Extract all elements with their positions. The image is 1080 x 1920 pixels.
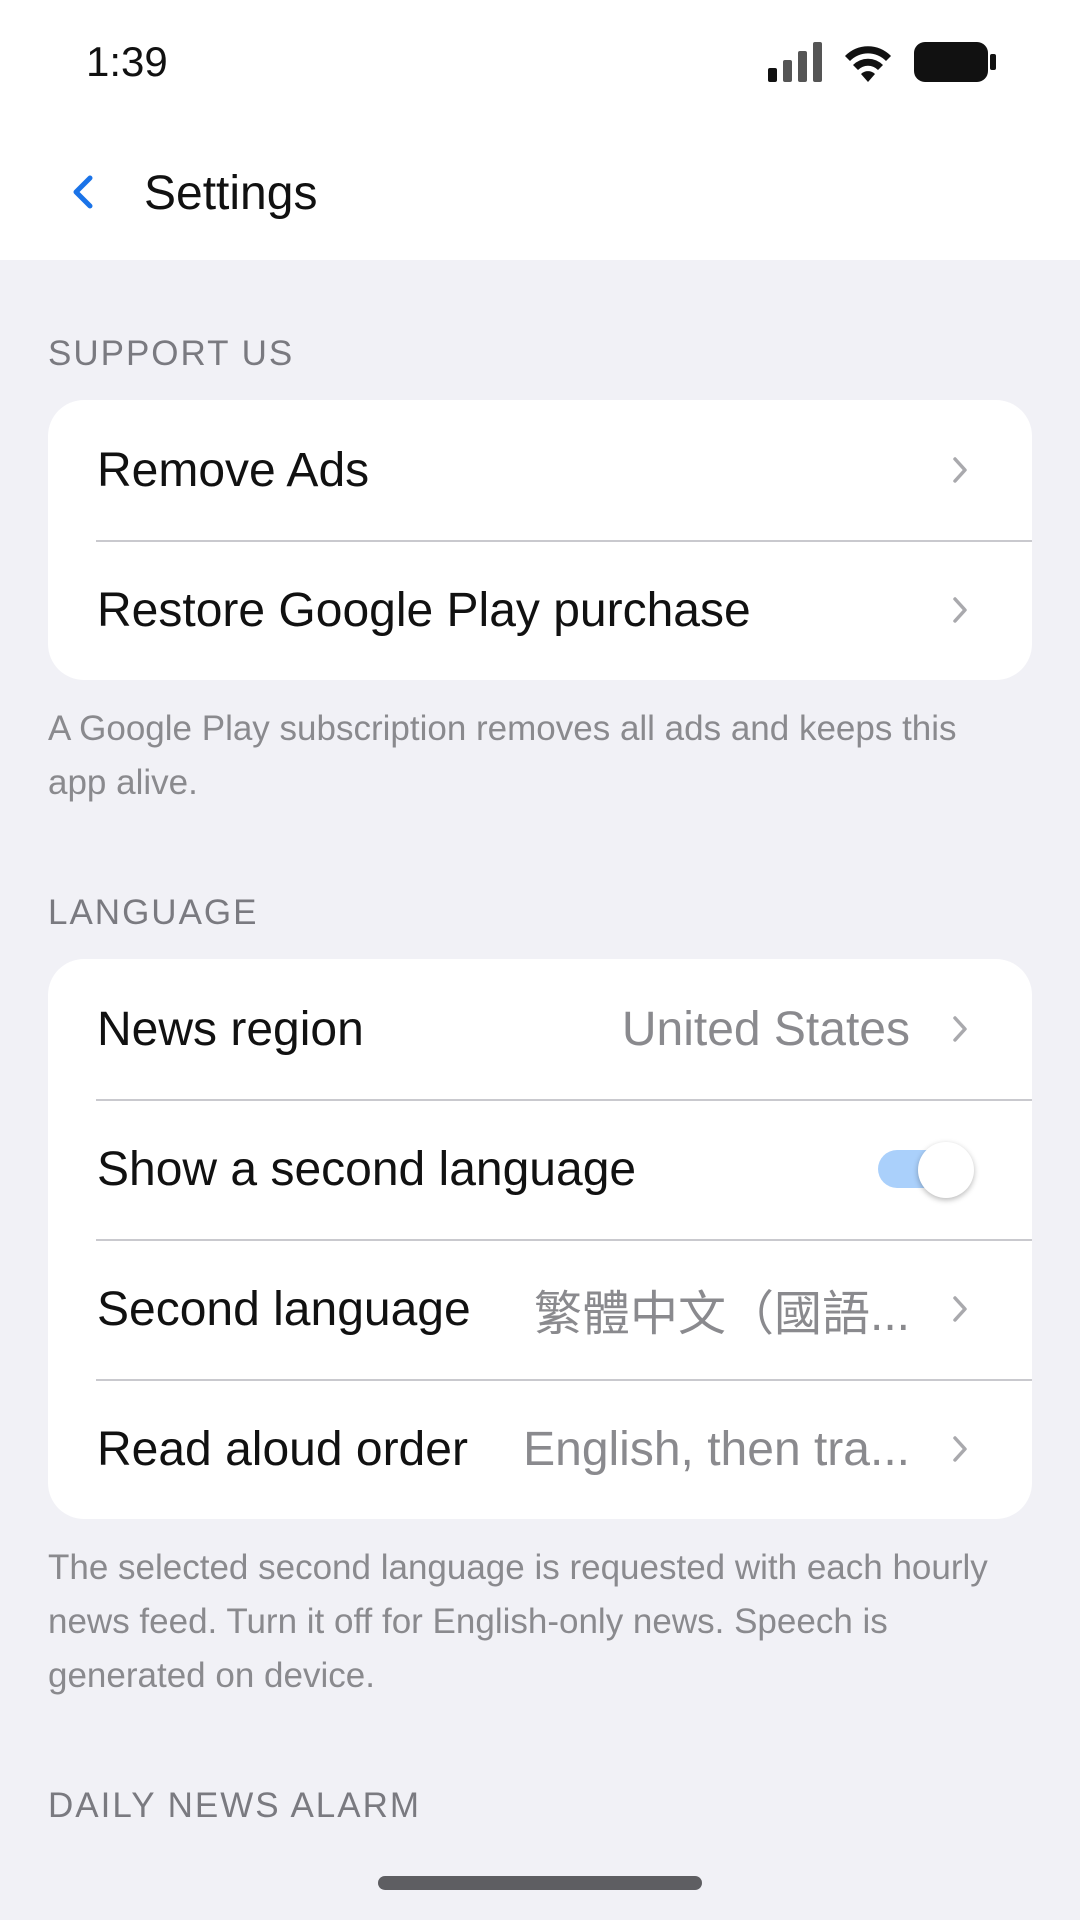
battery-icon (914, 41, 996, 87)
row-label: Restore Google Play purchase (97, 583, 751, 637)
row-label: Read aloud order (97, 1422, 468, 1476)
section-header-alarm: DAILY NEWS ALARM (48, 1786, 422, 1825)
support-card: Remove Ads Restore Google Play purchase (48, 400, 1032, 680)
section-header-language: LANGUAGE (48, 893, 259, 932)
second-language-toggle-row: Show a second language (48, 1099, 1032, 1239)
second-language-row[interactable]: Second language 繁體中文（國語... (48, 1239, 1032, 1379)
restore-purchase-row[interactable]: Restore Google Play purchase (48, 540, 1032, 680)
row-value: United States (621, 1002, 910, 1056)
support-footnote: A Google Play subscription removes all a… (48, 709, 957, 802)
second-language-toggle[interactable] (878, 1142, 974, 1198)
status-icons (768, 41, 996, 87)
chevron-right-icon (948, 1013, 972, 1045)
read-aloud-order-row[interactable]: Read aloud order English, then tra... (48, 1379, 1032, 1519)
status-bar: 1:39 (0, 0, 1080, 130)
row-label: Remove Ads (97, 443, 370, 497)
language-footnote: The selected second language is requeste… (48, 1548, 988, 1695)
language-card: News region United States Show a second … (48, 959, 1032, 1519)
chevron-right-icon (948, 1293, 972, 1325)
news-region-row[interactable]: News region United States (48, 959, 1032, 1099)
row-label: Show a second language (97, 1142, 637, 1196)
row-value: 繁體中文（國語... (533, 1288, 910, 1341)
toggle-knob (918, 1142, 974, 1198)
wifi-icon (844, 42, 892, 87)
row-label: Second language (97, 1282, 471, 1336)
nav-bar: Settings (0, 130, 1080, 260)
row-value: English, then tra... (523, 1422, 910, 1476)
remove-ads-row[interactable]: Remove Ads (48, 400, 1032, 540)
row-label: News region (97, 1002, 364, 1056)
back-button[interactable] (52, 164, 112, 224)
signal-icon (768, 41, 822, 87)
chevron-right-icon (948, 454, 972, 486)
status-time: 1:39 (86, 38, 168, 85)
chevron-right-icon (948, 594, 972, 626)
chevron-left-icon (70, 174, 94, 215)
home-indicator[interactable] (378, 1876, 702, 1890)
chevron-right-icon (948, 1433, 972, 1465)
page-title: Settings (144, 167, 318, 220)
section-header-support: SUPPORT US (48, 334, 295, 373)
